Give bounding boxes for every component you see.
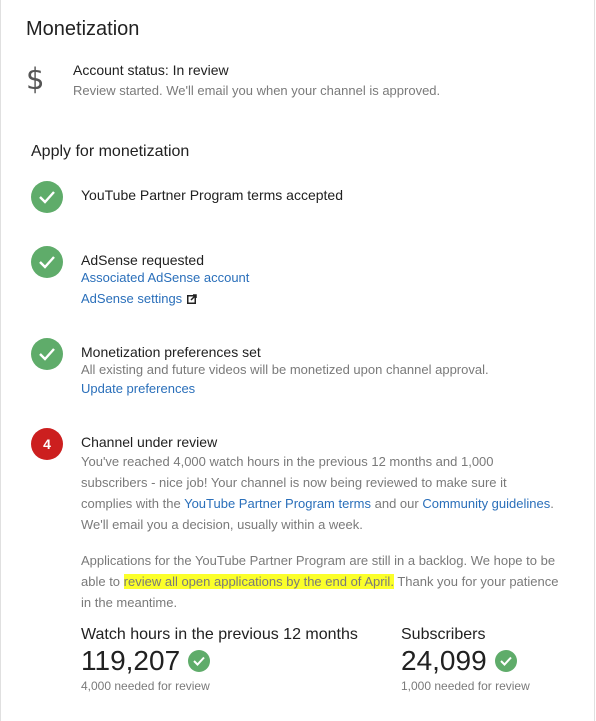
- step-title: Monetization preferences set: [81, 344, 261, 360]
- subscribers-label: Subscribers: [401, 626, 486, 643]
- external-link-icon: [187, 293, 197, 304]
- associated-adsense-link[interactable]: Associated AdSense account: [81, 270, 249, 285]
- page-title: Monetization: [26, 18, 140, 40]
- subscribers-value: 24,099: [401, 645, 517, 677]
- subscribers-note: 1,000 needed for review: [401, 679, 530, 693]
- step-title: YouTube Partner Program terms accepted: [81, 187, 343, 203]
- check-icon: [494, 650, 517, 672]
- watch-hours-label: Watch hours in the previous 12 months: [81, 626, 358, 643]
- partner-terms-link[interactable]: YouTube Partner Program terms: [184, 496, 371, 511]
- backlog-paragraph: Applications for the YouTube Partner Pro…: [81, 553, 559, 610]
- highlighted-text: review all open applications by the end …: [123, 574, 394, 589]
- check-icon: [31, 181, 63, 213]
- account-status: Account status: In review: [73, 62, 229, 78]
- check-icon: [188, 650, 211, 672]
- check-icon: [31, 338, 63, 370]
- account-status-subtitle: Review started. We'll email you when you…: [73, 83, 441, 98]
- adsense-settings-link[interactable]: AdSense settings: [81, 291, 197, 306]
- step-title: AdSense requested: [81, 252, 204, 268]
- watch-hours-note: 4,000 needed for review: [81, 679, 210, 693]
- step-number-badge: 4: [31, 428, 63, 460]
- step-title: Channel under review: [81, 434, 218, 450]
- review-paragraph: You've reached 4,000 watch hours in the …: [81, 454, 554, 532]
- watch-hours-value: 119,207: [81, 645, 211, 677]
- check-icon: [31, 246, 63, 278]
- step-description: All existing and future videos will be m…: [81, 362, 489, 377]
- section-title: Apply for monetization: [31, 143, 190, 160]
- adsense-settings-label[interactable]: AdSense settings: [81, 291, 182, 306]
- dollar-icon: $: [26, 62, 45, 96]
- update-preferences-link[interactable]: Update preferences: [81, 381, 195, 396]
- community-guidelines-link[interactable]: Community guidelines: [422, 496, 550, 511]
